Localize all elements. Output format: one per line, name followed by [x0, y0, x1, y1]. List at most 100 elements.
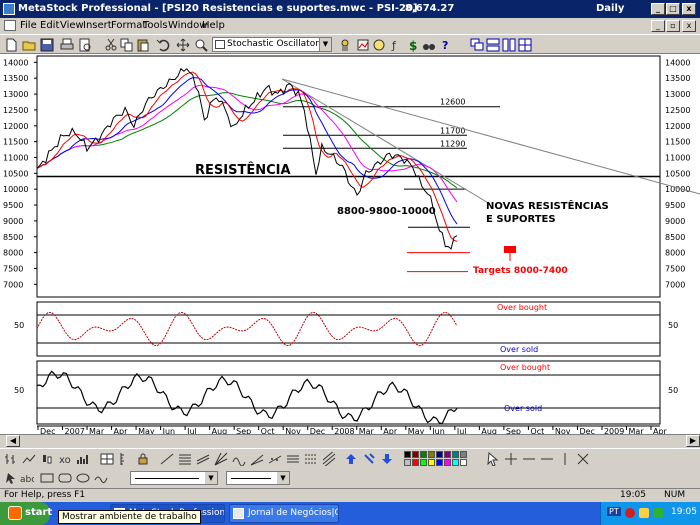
palette-swatch[interactable]	[436, 451, 443, 458]
line-style-chevron-icon[interactable]: ▼	[205, 472, 217, 484]
close-button[interactable]: x	[682, 3, 696, 15]
maximize-button[interactable]: □	[666, 3, 680, 15]
expert-advisor-icon[interactable]	[372, 38, 386, 52]
grid-icon[interactable]	[100, 452, 114, 466]
minimize-button[interactable]: _	[651, 3, 665, 15]
language-indicator[interactable]: PT	[607, 507, 621, 516]
tirone-icon[interactable]	[304, 452, 318, 466]
menu-help[interactable]: Help	[202, 20, 225, 31]
indicator-select[interactable]: Stochastic Oscillator ▼	[212, 37, 332, 52]
doc-minimize-button[interactable]: _	[651, 20, 665, 32]
zoom-icon[interactable]	[194, 38, 208, 52]
palette-swatch[interactable]	[452, 451, 459, 458]
palette-swatch[interactable]	[412, 451, 419, 458]
arrange-icon[interactable]	[518, 38, 532, 52]
formula-icon[interactable]: ƒ	[390, 38, 404, 52]
bar-chart-icon[interactable]	[4, 452, 18, 466]
cut-icon[interactable]	[104, 38, 118, 52]
chart-svg[interactable]: 7000 7000 7500 7500 8000 8000 8500 8500 9000 9000…	[0, 54, 700, 436]
palette-swatch[interactable]	[428, 451, 435, 458]
quadrant-icon[interactable]	[286, 452, 300, 466]
buy-arrow-icon[interactable]	[344, 452, 358, 466]
tile-vertical-icon[interactable]	[502, 38, 516, 52]
point-figure-icon[interactable]: xo	[58, 452, 72, 466]
color-palette[interactable]	[404, 451, 468, 467]
scale-icon[interactable]	[118, 452, 132, 466]
save-icon[interactable]	[40, 38, 54, 52]
menu-format[interactable]: Format	[111, 20, 146, 31]
palette-swatch[interactable]	[460, 459, 467, 466]
palette-swatch[interactable]	[460, 451, 467, 458]
copy-icon[interactable]	[120, 38, 134, 52]
palette-swatch[interactable]	[444, 459, 451, 466]
line-chart-icon[interactable]	[22, 452, 36, 466]
magnet-icon[interactable]	[576, 452, 590, 466]
palette-swatch[interactable]	[444, 451, 451, 458]
horizontal-scrollbar[interactable]: ◀ ▶	[0, 434, 700, 448]
vertical-line-icon[interactable]	[558, 452, 572, 466]
open-icon[interactable]	[22, 38, 36, 52]
help-icon[interactable]: ?	[440, 38, 454, 52]
candle-chart-icon[interactable]	[40, 452, 54, 466]
select-arrow-icon[interactable]	[4, 471, 18, 485]
palette-swatch[interactable]	[452, 459, 459, 466]
task-jornal[interactable]: Jornal de Negócios|Ca...	[229, 504, 339, 523]
palette-swatch[interactable]	[420, 459, 427, 466]
palette-swatch[interactable]	[436, 459, 443, 466]
doc-close-button[interactable]: x	[682, 20, 696, 32]
andrews-icon[interactable]	[322, 452, 336, 466]
print-icon[interactable]	[60, 38, 74, 52]
binoculars-icon[interactable]	[422, 38, 436, 52]
horizontal-line-2-icon[interactable]	[540, 452, 554, 466]
scroll-left-button[interactable]: ◀	[6, 435, 20, 447]
paste-icon[interactable]	[136, 38, 150, 52]
menu-insert[interactable]: Insert	[83, 20, 112, 31]
tile-horizontal-icon[interactable]	[486, 38, 500, 52]
cycle-icon[interactable]	[232, 452, 246, 466]
channel-icon[interactable]	[196, 452, 210, 466]
security-tray-icon[interactable]	[653, 508, 663, 518]
explorer-icon[interactable]	[338, 38, 352, 52]
scroll-right-button[interactable]: ▶	[686, 435, 700, 447]
palette-swatch[interactable]	[404, 459, 411, 466]
document-icon[interactable]	[4, 20, 16, 31]
network-tray-icon[interactable]	[639, 508, 649, 518]
regression-icon[interactable]	[268, 452, 282, 466]
move-icon[interactable]	[176, 38, 190, 52]
system-tester-icon[interactable]	[356, 38, 370, 52]
rectangle-tool-icon[interactable]	[40, 471, 54, 485]
menu-edit[interactable]: Edit	[40, 20, 59, 31]
undo-icon[interactable]	[156, 38, 170, 52]
freehand-tool-icon[interactable]	[94, 471, 108, 485]
line-width-chevron-icon[interactable]: ▼	[277, 472, 289, 484]
pin-icon[interactable]	[362, 452, 376, 466]
horizontal-line-icon[interactable]	[522, 452, 536, 466]
rounded-rect-tool-icon[interactable]	[58, 471, 72, 485]
line-width-select[interactable]: ▼	[226, 471, 290, 485]
antivirus-tray-icon[interactable]	[625, 508, 635, 518]
start-button[interactable]: start	[0, 502, 52, 525]
menu-file[interactable]: File	[20, 20, 37, 31]
chart-area[interactable]: 7000 7000 7500 7500 8000 8000 8500 8500 9000 9000…	[0, 54, 700, 436]
lock-scale-icon[interactable]	[136, 452, 150, 466]
crosshair-icon[interactable]	[504, 452, 518, 466]
menu-tools[interactable]: Tools	[143, 20, 168, 31]
speed-lines-icon[interactable]	[250, 452, 264, 466]
print-preview-icon[interactable]	[78, 38, 92, 52]
doc-restore-button[interactable]: ▫	[666, 20, 680, 32]
cascade-icon[interactable]	[470, 38, 484, 52]
pointer-icon[interactable]	[486, 452, 500, 466]
ellipse-tool-icon[interactable]	[76, 471, 90, 485]
text-tool-icon[interactable]: abc	[20, 471, 34, 485]
palette-swatch[interactable]	[420, 451, 427, 458]
volume-icon[interactable]	[76, 452, 90, 466]
trendline-tool-icon[interactable]	[160, 452, 174, 466]
menu-view[interactable]: View	[60, 20, 84, 31]
fibonacci-icon[interactable]	[178, 452, 192, 466]
chevron-down-icon[interactable]: ▼	[319, 38, 331, 51]
sell-arrow-icon[interactable]	[380, 452, 394, 466]
palette-swatch[interactable]	[412, 459, 419, 466]
new-icon[interactable]	[4, 38, 18, 52]
dollar-icon[interactable]: $	[406, 38, 420, 52]
gann-icon[interactable]	[214, 452, 228, 466]
